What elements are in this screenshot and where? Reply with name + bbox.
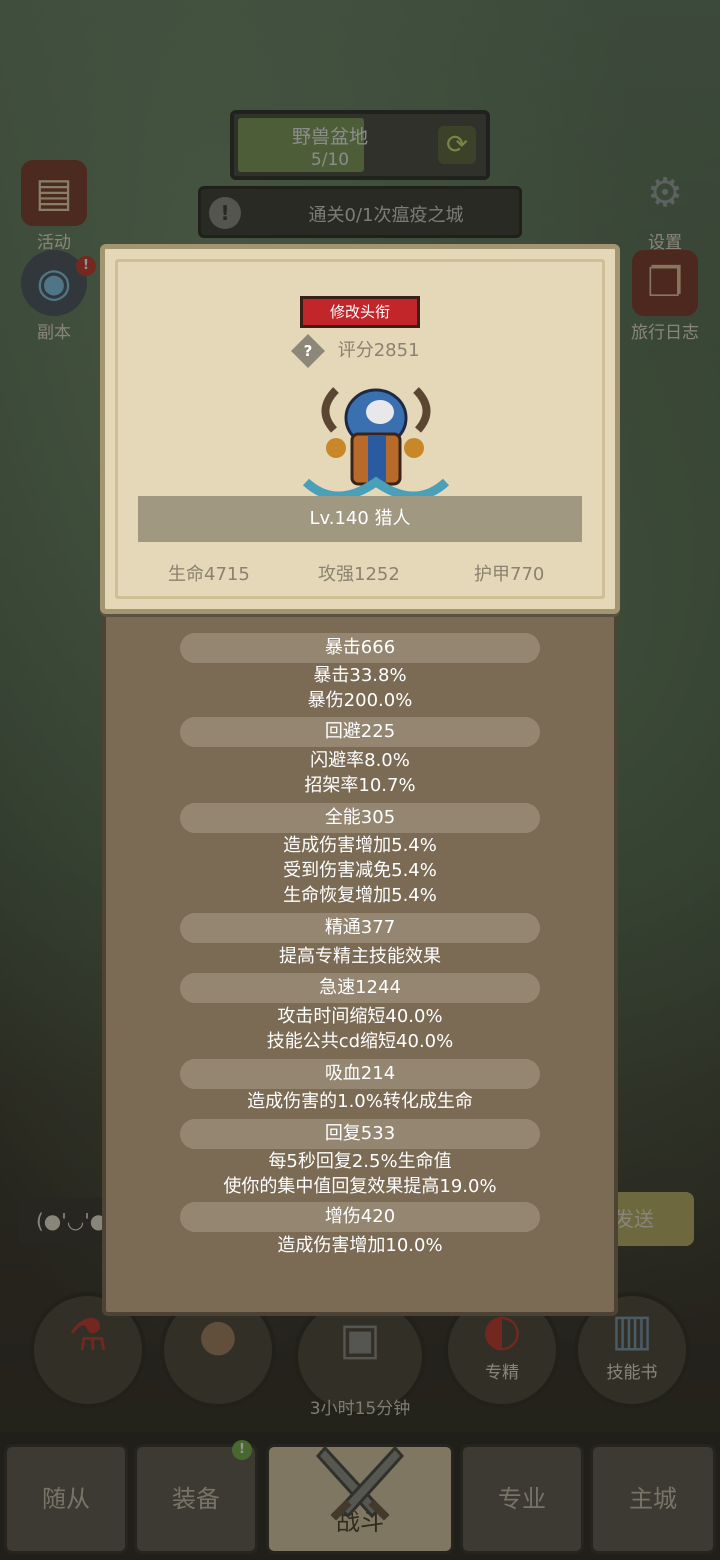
attr-line: 暴伤200.0% bbox=[307, 690, 413, 711]
attr-line: 受到伤害减免5.4% bbox=[283, 860, 437, 881]
score-row: ? 评分2851 bbox=[291, 334, 456, 368]
hunter-avatar bbox=[302, 387, 450, 501]
attack-power-stat: 攻强1252 bbox=[318, 564, 400, 585]
attr-line: 每5秒回复2.5%生命值 bbox=[268, 1151, 452, 1172]
attr-header-mastery: 精通377 bbox=[180, 913, 540, 943]
character-stats-dialog: 修改头衔 ? 评分2851 Lv.140 猎人 生命4715 攻强1252 护甲… bbox=[100, 244, 620, 1316]
armor-stat: 护甲770 bbox=[474, 564, 545, 585]
attr-line: 技能公共cd缩短40.0% bbox=[266, 1031, 454, 1052]
attr-header-haste: 急速1244 bbox=[180, 973, 540, 1003]
attr-line: 使你的集中值回复效果提高19.0% bbox=[223, 1176, 497, 1197]
attr-header-versatility: 全能305 bbox=[180, 803, 540, 833]
attr-line: 造成伤害增加5.4% bbox=[283, 835, 437, 856]
attr-line: 攻击时间缩短40.0% bbox=[277, 1006, 443, 1027]
attr-header-avoidance: 回避225 bbox=[180, 717, 540, 747]
help-icon[interactable]: ? bbox=[291, 334, 325, 368]
attr-line: 造成伤害增加10.0% bbox=[277, 1235, 443, 1256]
change-title-button[interactable]: 修改头衔 bbox=[300, 296, 420, 328]
attr-header-regen: 回复533 bbox=[180, 1119, 540, 1149]
attr-line: 闪避率8.0% bbox=[310, 750, 410, 771]
hp-stat: 生命4715 bbox=[168, 564, 250, 585]
level-class-bar: Lv.140 猎人 bbox=[138, 496, 582, 542]
attr-line: 造成伤害的1.0%转化成生命 bbox=[247, 1091, 473, 1112]
attr-line: 提高专精主技能效果 bbox=[279, 946, 441, 967]
score-value: 评分2851 bbox=[337, 340, 420, 361]
attr-line: 招架率10.7% bbox=[304, 775, 416, 796]
attr-line: 生命恢复增加5.4% bbox=[283, 885, 437, 906]
attr-header-damage-bonus: 增伤420 bbox=[180, 1202, 540, 1232]
attr-header-crit: 暴击666 bbox=[180, 633, 540, 663]
attr-header-leech: 吸血214 bbox=[180, 1059, 540, 1089]
attr-line: 暴击33.8% bbox=[313, 665, 407, 686]
